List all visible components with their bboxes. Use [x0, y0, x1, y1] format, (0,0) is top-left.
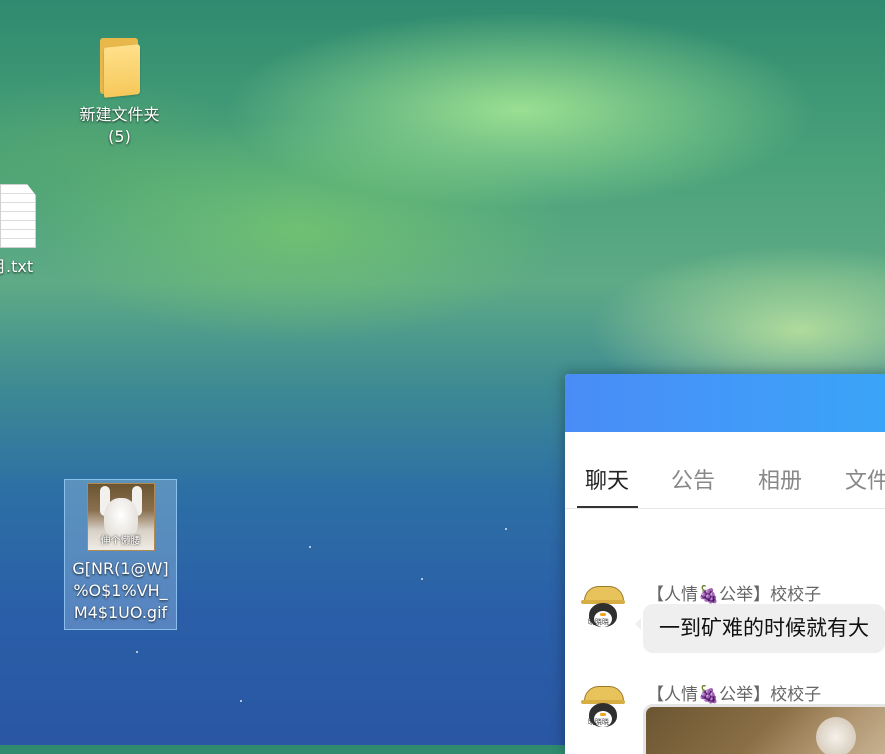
gif-label-line3: M4$1UO.gif — [73, 603, 168, 622]
star — [421, 578, 423, 580]
text-file-label: 月.txt — [0, 257, 34, 276]
star — [505, 528, 507, 530]
chat-window[interactable]: 聊天 公告 相册 文件 晓晓晓 【人情🍇公举】校校子 一到矿难的时候就有大 晓晓… — [565, 374, 885, 754]
sender-prefix: 【人情 — [647, 685, 698, 705]
desktop-icon-gif[interactable]: 伸个懒腰 G[NR(1@W] %O$1%VH_ M4$1UO.gif — [64, 479, 177, 630]
gif-label-line1: G[NR(1@W] — [72, 559, 169, 578]
folder-label-line2: (5) — [108, 127, 131, 146]
sender-name[interactable]: 【人情🍇公举】校校子 — [647, 680, 821, 705]
sender-prefix: 【人情 — [647, 585, 698, 605]
image-content — [816, 717, 856, 754]
sender-suffix: 公举】校校子 — [719, 685, 822, 705]
tab-chat[interactable]: 聊天 — [585, 463, 629, 495]
folder-icon — [98, 36, 142, 98]
grape-icon: 🍇 — [698, 685, 720, 705]
message-bubble[interactable]: 一到矿难的时候就有大 — [635, 604, 885, 653]
image-message[interactable] — [643, 704, 885, 754]
tab-announcement[interactable]: 公告 — [671, 463, 715, 495]
star — [240, 700, 242, 702]
star — [309, 546, 311, 548]
active-tab-indicator — [577, 506, 638, 508]
desktop-icon-new-folder[interactable]: 新建文件夹 (5) — [62, 36, 177, 148]
chat-tabs: 聊天 公告 相册 文件 — [565, 432, 885, 509]
avatar[interactable]: 晓晓晓 — [581, 686, 625, 730]
avatar-badge-text: 晓晓晓 — [588, 718, 609, 726]
tab-album[interactable]: 相册 — [758, 463, 802, 495]
folder-label-line1: 新建文件夹 — [79, 105, 160, 124]
tab-files[interactable]: 文件 — [845, 463, 885, 495]
star — [136, 651, 138, 653]
text-file-icon — [0, 184, 36, 248]
sender-name[interactable]: 【人情🍇公举】校校子 — [647, 580, 821, 605]
gif-label-line2: %O$1%VH_ — [73, 581, 168, 600]
gif-image-icon: 伸个懒腰 — [86, 483, 155, 551]
thumb-caption: 伸个懒腰 — [100, 536, 141, 547]
desktop-icon-text-file[interactable]: 月.txt — [0, 184, 50, 278]
grape-icon: 🍇 — [698, 585, 720, 605]
avatar-badge-text: 晓晓晓 — [588, 618, 609, 626]
avatar[interactable]: 晓晓晓 — [581, 586, 625, 630]
chat-header[interactable] — [565, 374, 885, 432]
sender-suffix: 公举】校校子 — [719, 585, 822, 605]
